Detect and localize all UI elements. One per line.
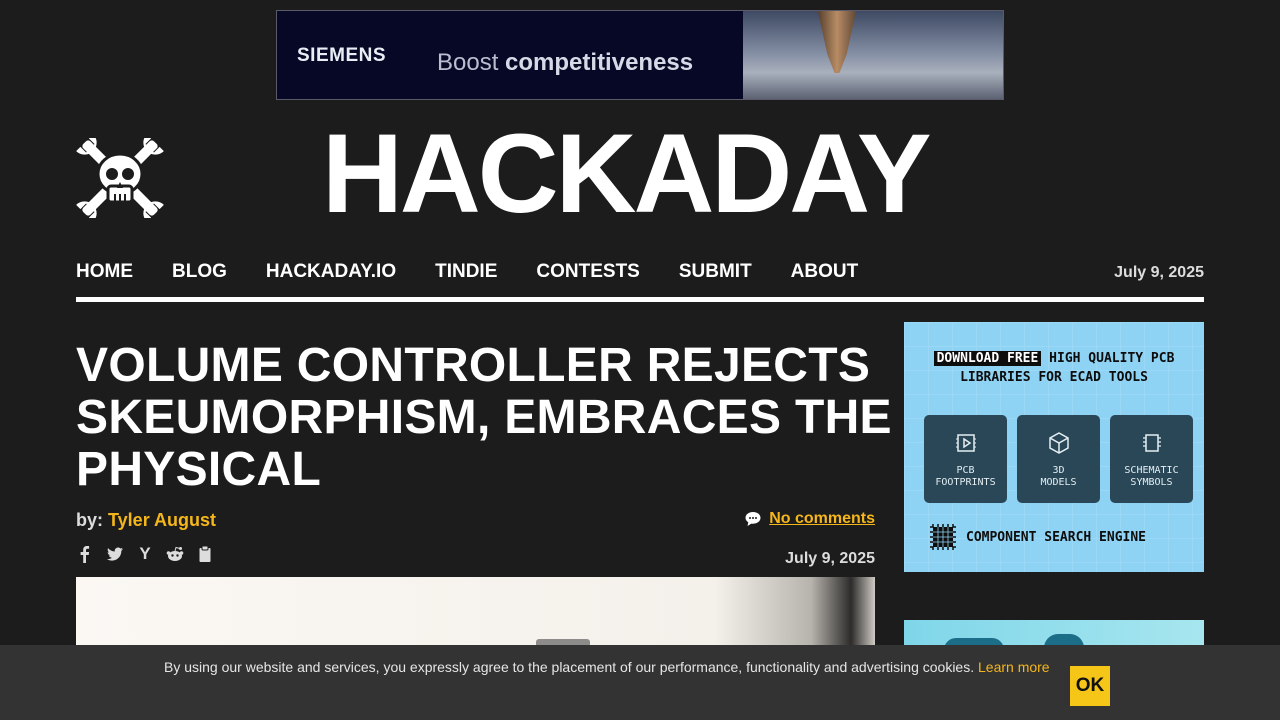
nav-item-contests[interactable]: CONTESTS	[536, 260, 639, 284]
clipboard-icon[interactable]	[196, 544, 214, 564]
byline: by: Tyler August	[76, 510, 216, 531]
facebook-icon[interactable]	[76, 544, 94, 564]
nav-item-home[interactable]: HOME	[76, 260, 133, 284]
ad-headline-line2: LIBRARIES FOR ECAD TOOLS	[960, 370, 1148, 385]
nav-item-about[interactable]: ABOUT	[791, 260, 859, 284]
ad-tagline-emphasis: competitiveness	[505, 49, 694, 76]
tile-3-line1: SCHEMATIC	[1124, 465, 1179, 476]
ad-photo	[743, 11, 1003, 99]
ad-headline-rest: HIGH QUALITY PCB	[1049, 351, 1175, 366]
tile-3d-models[interactable]: 3D MODELS	[1017, 415, 1100, 503]
ad-brand: SIEMENS	[297, 45, 387, 66]
ad-footer: COMPONENT SEARCH ENGINE	[928, 522, 1146, 552]
top-banner-ad[interactable]: SIEMENS Boost competitiveness	[276, 10, 1004, 100]
cube-icon	[1048, 432, 1069, 454]
byline-prefix: by:	[76, 510, 103, 530]
tile-3-line2: SYMBOLS	[1130, 477, 1173, 488]
cookie-ok-button[interactable]: OK	[1070, 666, 1110, 706]
reddit-icon[interactable]	[166, 544, 184, 564]
sidebar-ad[interactable]: DOWNLOAD FREE HIGH QUALITY PCB LIBRARIES…	[904, 322, 1204, 572]
cookie-consent-bar: By using our website and services, you e…	[0, 645, 1280, 720]
speech-bubble-icon	[745, 512, 761, 526]
footprint-icon	[955, 434, 976, 452]
main-nav: HOME BLOG HACKADAY.IO TINDIE CONTESTS SU…	[76, 260, 897, 284]
chip-icon	[1142, 434, 1161, 452]
skull-and-wrenches-icon[interactable]	[76, 138, 164, 218]
nav-item-submit[interactable]: SUBMIT	[679, 260, 752, 284]
comments-link[interactable]: No comments	[745, 510, 875, 528]
author-link[interactable]: Tyler August	[108, 510, 216, 530]
ad-highlight: DOWNLOAD FREE	[933, 351, 1042, 366]
post-date: July 9, 2025	[785, 550, 875, 567]
tile-1-line1: PCB	[956, 465, 975, 476]
sidebar-ad-headline: DOWNLOAD FREE HIGH QUALITY PCB LIBRARIES…	[904, 349, 1204, 387]
nav-item-tindie[interactable]: TINDIE	[435, 260, 497, 284]
hacker-news-icon[interactable]: Y	[136, 544, 154, 564]
component-grid-icon	[930, 524, 956, 550]
ad-tagline-prefix: Boost	[437, 49, 499, 76]
header-date: July 9, 2025	[1114, 264, 1204, 281]
ad-tagline: Boost competitiveness	[437, 49, 693, 77]
ad-footer-text: COMPONENT SEARCH ENGINE	[966, 529, 1147, 545]
nav-item-hackaday-io[interactable]: HACKADAY.IO	[266, 260, 396, 284]
nav-item-blog[interactable]: BLOG	[172, 260, 227, 284]
tile-schematic-symbols[interactable]: SCHEMATIC SYMBOLS	[1110, 415, 1193, 503]
article-title[interactable]: VOLUME CONTROLLER REJECTS SKEUMORPHISM, …	[76, 340, 896, 496]
cookie-message: By using our website and services, you e…	[164, 659, 975, 675]
cookie-learn-more-link[interactable]: Learn more	[978, 659, 1050, 675]
ad-nozzle-image	[817, 11, 857, 73]
tile-2-line1: 3D	[1052, 465, 1065, 476]
tile-2-line2: MODELS	[1040, 477, 1077, 488]
tile-pcb-footprints[interactable]: PCB FOOTPRINTS	[924, 415, 1007, 503]
tile-1-line2: FOOTPRINTS	[935, 477, 996, 488]
site-title[interactable]: HACKADAY	[322, 118, 932, 230]
comments-count: No comments	[769, 510, 875, 527]
twitter-icon[interactable]	[106, 544, 124, 564]
nav-divider	[76, 297, 1204, 302]
ad-tiles: PCB FOOTPRINTS 3D MODELS SCHEMATIC SYMBO…	[924, 415, 1193, 503]
cookie-text: By using our website and services, you e…	[164, 657, 1064, 677]
share-bar: Y	[76, 544, 214, 564]
